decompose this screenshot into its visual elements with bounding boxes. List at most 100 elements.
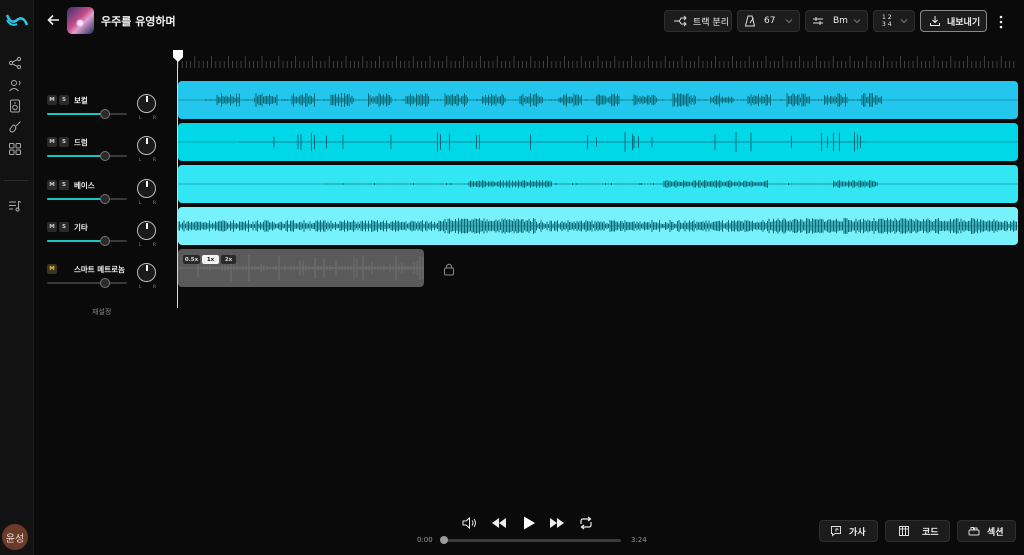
track-controls: M S 베이스 L R — [46, 172, 164, 210]
volume-slider[interactable] — [47, 109, 127, 119]
mute-button[interactable]: M — [47, 264, 57, 274]
pan-labels: LR — [139, 243, 156, 248]
volume-knob[interactable] — [100, 194, 110, 204]
guitar-icon[interactable] — [8, 120, 22, 134]
track-lane[interactable] — [178, 81, 1018, 119]
time-signature-bottom: 3 4 — [882, 21, 892, 28]
metronome-icon — [744, 15, 756, 27]
sections-label: 섹션 — [987, 527, 1004, 538]
volume-knob[interactable] — [100, 151, 110, 161]
tempo-select[interactable]: 67 — [737, 10, 800, 32]
lyrics-icon — [831, 526, 841, 537]
sections-button[interactable]: 섹션 — [957, 520, 1016, 542]
export-button[interactable]: 내보내기 — [920, 10, 987, 32]
chevron-down-icon — [785, 19, 793, 24]
rail-divider — [4, 180, 28, 181]
split-icon — [674, 15, 687, 27]
pan-knob[interactable] — [137, 94, 156, 113]
metronome-lane[interactable]: 0.5x 1x 2x — [178, 249, 424, 287]
play-icon[interactable] — [521, 515, 537, 531]
lyrics-button[interactable]: 가사 — [819, 520, 878, 542]
chords-icon — [899, 526, 909, 536]
waveform — [178, 93, 1018, 107]
solo-button[interactable]: S — [59, 222, 69, 232]
volume-slider[interactable] — [47, 236, 127, 246]
song-title: 우주를 유영하며 — [101, 15, 176, 28]
volume-icon[interactable] — [461, 515, 477, 531]
timeline-ruler[interactable] — [178, 50, 1018, 68]
volume-knob[interactable] — [100, 236, 110, 246]
mute-button[interactable]: M — [47, 180, 57, 190]
lock-icon[interactable] — [443, 262, 455, 276]
waveform — [178, 132, 1018, 152]
tempo-value: 67 — [764, 16, 776, 26]
more-options-icon[interactable] — [997, 14, 1005, 30]
volume-knob[interactable] — [100, 278, 110, 288]
speed-0-5x[interactable]: 0.5x — [183, 255, 200, 264]
track-lane[interactable] — [178, 123, 1018, 161]
seek-knob[interactable] — [440, 536, 448, 544]
volume-slider[interactable] — [47, 151, 127, 161]
track-controls: M S 드럼 L R — [46, 129, 164, 167]
loop-icon[interactable] — [578, 515, 594, 531]
key-value: Bm — [833, 16, 848, 26]
back-arrow-icon[interactable] — [46, 12, 62, 28]
speed-1x[interactable]: 1x — [202, 255, 219, 264]
track-split-label: 트랙 분리 — [693, 17, 729, 28]
chevron-down-icon — [900, 19, 908, 24]
track-split-button[interactable]: 트랙 분리 — [664, 10, 732, 32]
track-name: 기타 — [74, 223, 88, 232]
grid-icon[interactable] — [8, 142, 22, 156]
track-controls: M S 기타 L R — [46, 214, 164, 252]
track-controls: M 스마트 메트로놈 L R — [46, 256, 164, 294]
pan-labels: LR — [139, 158, 156, 163]
pan-knob[interactable] — [137, 136, 156, 155]
seek-bar[interactable] — [443, 539, 621, 542]
track-lane[interactable] — [178, 207, 1018, 245]
left-rail: 윤성 — [0, 0, 34, 555]
pan-labels: LR — [139, 116, 156, 121]
export-label: 내보내기 — [947, 17, 981, 28]
playlist-icon[interactable] — [8, 199, 22, 213]
download-icon — [930, 16, 940, 26]
track-name: 스마트 메트로놈 — [74, 265, 125, 274]
chords-label: 코드 — [922, 527, 939, 538]
time-signature-top: 1 2 — [882, 14, 892, 21]
chords-button[interactable]: 코드 — [885, 520, 950, 542]
mute-button[interactable]: M — [47, 137, 57, 147]
waveform — [178, 218, 1018, 234]
total-time: 3:24 — [631, 536, 647, 544]
song-cover-image — [67, 7, 94, 34]
pan-labels: LR — [139, 285, 156, 290]
lyrics-label: 가사 — [849, 527, 866, 538]
volume-knob[interactable] — [100, 109, 110, 119]
pan-knob[interactable] — [137, 263, 156, 282]
mute-button[interactable]: M — [47, 222, 57, 232]
chevron-down-icon — [853, 19, 861, 24]
voice-user-icon[interactable] — [8, 78, 22, 92]
tuning-icon — [813, 17, 823, 25]
reset-button[interactable]: 재설정 — [92, 307, 111, 317]
mute-button[interactable]: M — [47, 95, 57, 105]
time-signature-select[interactable]: 1 2 3 4 — [873, 10, 915, 32]
track-controls: M S 보컬 L R — [46, 87, 164, 125]
volume-slider[interactable] — [47, 194, 127, 204]
wave-logo-icon[interactable] — [6, 12, 28, 28]
key-select[interactable]: Bm — [805, 10, 868, 32]
pan-knob[interactable] — [137, 221, 156, 240]
pan-knob[interactable] — [137, 179, 156, 198]
rewind-icon[interactable] — [491, 515, 507, 531]
volume-slider[interactable] — [47, 278, 127, 288]
solo-button[interactable]: S — [59, 137, 69, 147]
pan-labels: LR — [139, 201, 156, 206]
speed-2x[interactable]: 2x — [221, 255, 236, 264]
share-nodes-icon[interactable] — [8, 56, 22, 70]
speaker-icon[interactable] — [8, 99, 22, 113]
solo-button[interactable]: S — [59, 180, 69, 190]
solo-button[interactable]: S — [59, 95, 69, 105]
avatar[interactable]: 윤성 — [2, 524, 28, 550]
waveform — [178, 180, 1018, 188]
fast-forward-icon[interactable] — [549, 515, 565, 531]
track-name: 드럼 — [74, 138, 88, 147]
track-lane[interactable] — [178, 165, 1018, 203]
